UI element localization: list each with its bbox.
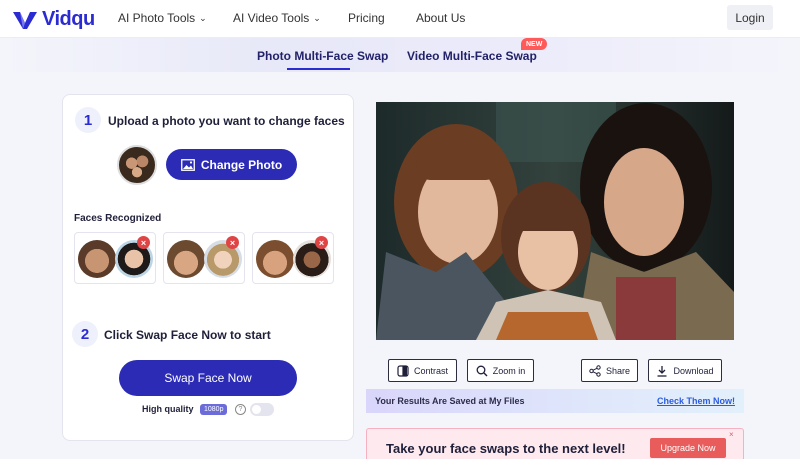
brand-name: Vidqu [42, 8, 95, 30]
face-pair-1[interactable]: × [74, 232, 156, 284]
upload-step-title: Upload a photo you want to change faces [108, 114, 345, 128]
original-face [167, 240, 205, 278]
saved-results-banner: Your Results Are Saved at My Files Check… [366, 389, 744, 413]
original-face [78, 240, 116, 278]
contrast-button[interactable]: Contrast [388, 359, 457, 382]
logo[interactable]: Vidqu [12, 8, 95, 31]
new-badge: NEW [521, 38, 548, 50]
tab-photo-multi-face-swap[interactable]: Photo Multi-Face Swap [257, 49, 388, 63]
faces-recognized-label: Faces Recognized [74, 213, 162, 224]
help-icon[interactable]: ? [235, 404, 246, 415]
face-pair-2[interactable]: × [163, 232, 245, 284]
tab-video-multi-face-swap[interactable]: Video Multi-Face Swap [407, 49, 537, 63]
share-icon [589, 364, 601, 377]
image-icon [180, 158, 195, 171]
share-button[interactable]: Share [581, 359, 638, 382]
check-them-now-link[interactable]: Check Them Now! [657, 396, 735, 406]
contrast-label: Contrast [413, 365, 448, 376]
high-quality-toggle[interactable] [250, 403, 274, 416]
remove-face-icon[interactable]: × [226, 236, 239, 249]
download-label: Download [673, 365, 714, 376]
download-icon [657, 365, 667, 377]
promo-text: Take your face swaps to the next level! [386, 441, 626, 456]
remove-face-icon[interactable]: × [137, 236, 150, 249]
swap-step-title: Click Swap Face Now to start [104, 328, 271, 342]
download-button[interactable]: Download [648, 359, 722, 382]
chevron-down-icon: ⌄ [313, 12, 321, 23]
chevron-down-icon: ⌄ [199, 12, 207, 23]
upgrade-now-button[interactable]: Upgrade Now [650, 438, 726, 458]
nav-label: About Us [416, 11, 466, 25]
high-quality-label: High quality [142, 404, 194, 414]
step-number-2: 2 [72, 321, 98, 347]
original-face [256, 240, 294, 278]
step-number-1: 1 [75, 107, 101, 133]
resolution-badge: 1080p [200, 404, 228, 415]
nav-ai-photo-tools[interactable]: AI Photo Tools ⌄ [118, 11, 207, 25]
saved-results-text: Your Results Are Saved at My Files [375, 396, 525, 406]
vidqu-logo-icon [13, 11, 37, 29]
face-pair-3[interactable]: × [252, 232, 334, 284]
nav-label: AI Video Tools [233, 11, 310, 25]
login-button[interactable]: Login [727, 5, 773, 30]
nav-label: Pricing [348, 11, 385, 25]
result-photo [376, 102, 734, 340]
change-photo-button[interactable]: Change Photo [166, 149, 297, 180]
close-icon[interactable]: × [729, 430, 734, 439]
tabs-bar [0, 38, 800, 72]
nav-pricing[interactable]: Pricing [348, 11, 385, 25]
nav-about-us[interactable]: About Us [416, 11, 465, 25]
upgrade-promo-banner: Take your face swaps to the next level! … [366, 428, 744, 459]
share-label: Share [605, 365, 631, 376]
nav-label: AI Photo Tools [118, 11, 196, 25]
change-photo-label: Change Photo [200, 157, 283, 172]
contrast-icon [397, 364, 409, 377]
remove-face-icon[interactable]: × [315, 236, 328, 249]
magnifier-icon [476, 365, 488, 376]
nav-ai-video-tools[interactable]: AI Video Tools ⌄ [233, 11, 321, 25]
zoom-in-button[interactable]: Zoom in [467, 359, 534, 382]
active-tab-indicator [287, 68, 350, 70]
uploaded-photo-thumbnail[interactable] [117, 145, 157, 185]
zoom-in-label: Zoom in [492, 365, 526, 376]
swap-face-now-button[interactable]: Swap Face Now [119, 360, 297, 396]
site-header: Vidqu AI Photo Tools ⌄ AI Video Tools ⌄ … [0, 0, 800, 38]
result-photo-illustration [376, 102, 734, 340]
